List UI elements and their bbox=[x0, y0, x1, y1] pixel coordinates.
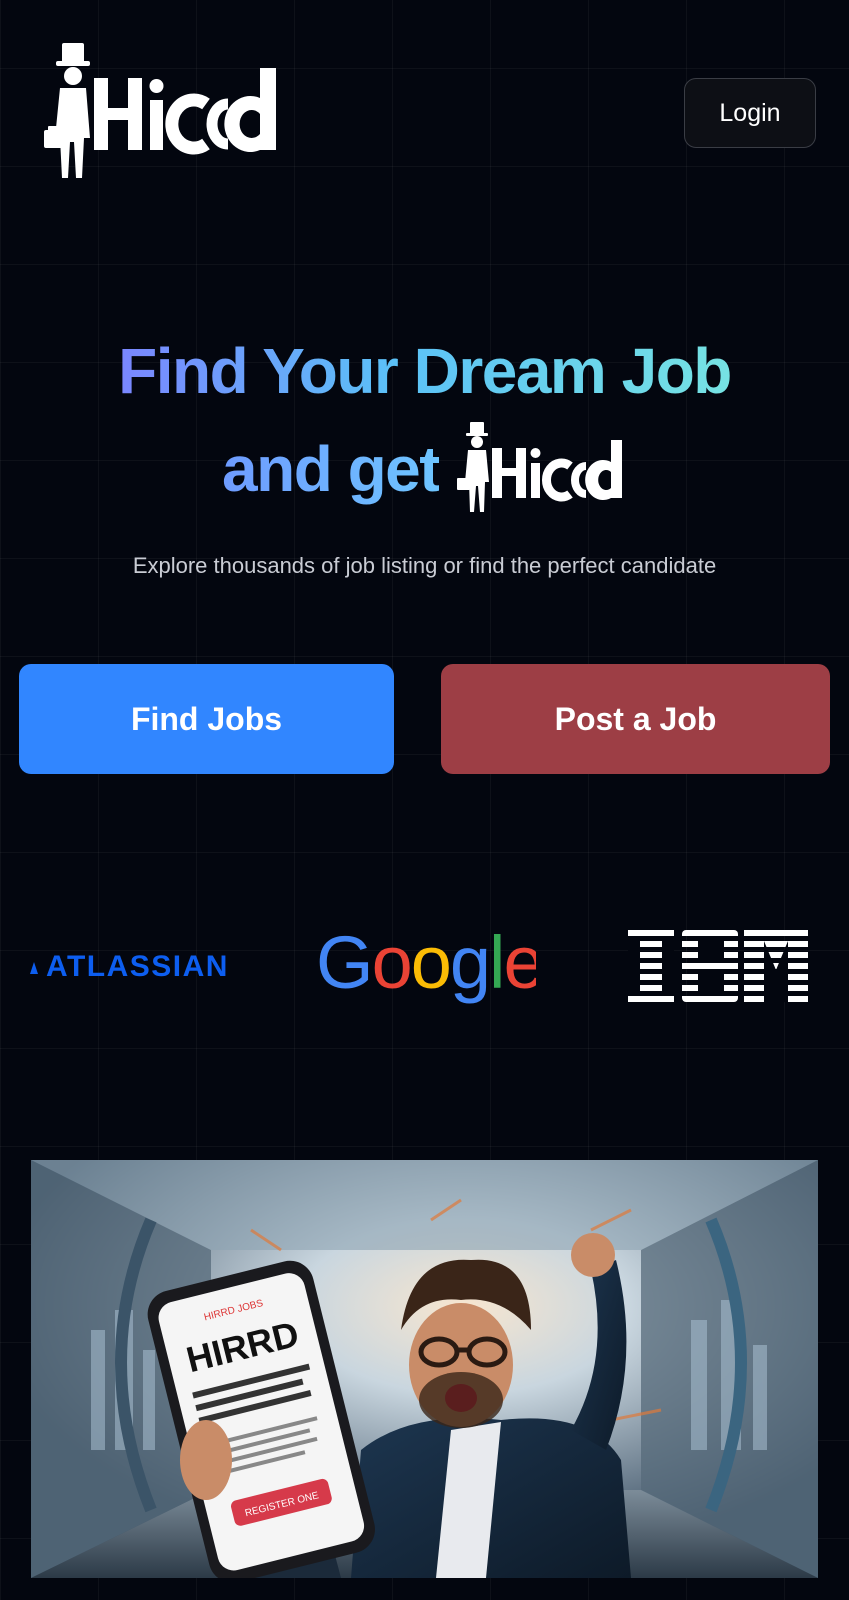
atlassian-logo: ATLASSIAN bbox=[30, 950, 250, 986]
post-job-button[interactable]: Post a Job bbox=[441, 664, 830, 774]
ibm-logo bbox=[628, 930, 808, 1004]
google-logo: Google bbox=[316, 918, 545, 1008]
hirrd-inline-logo bbox=[454, 420, 624, 520]
hero-title-text: Find Your Dream Job bbox=[118, 335, 732, 407]
company-carousel: ATLASSIAN Google bbox=[0, 900, 849, 1020]
header: Login bbox=[0, 0, 849, 200]
find-jobs-button[interactable]: Find Jobs bbox=[19, 664, 394, 774]
svg-text:Google: Google bbox=[316, 921, 536, 1004]
hero-title-line1: Find Your Dream Job bbox=[0, 332, 849, 410]
hirrd-logo[interactable] bbox=[38, 38, 278, 188]
hero-banner-image: HIRRD JOBS HIRRD REGISTER ONE bbox=[31, 1160, 818, 1578]
hero-subtitle: Explore thousands of job listing or find… bbox=[132, 553, 717, 578]
atlassian-mark-icon bbox=[30, 962, 38, 975]
atlassian-logo-text: ATLASSIAN bbox=[46, 950, 229, 983]
login-button[interactable]: Login bbox=[684, 78, 816, 148]
hero-title-line2: and get bbox=[0, 420, 849, 520]
landing-page: Login Find Your Dream Job and get Explor… bbox=[0, 0, 849, 1600]
hero-title-and-get: and get bbox=[222, 430, 441, 508]
